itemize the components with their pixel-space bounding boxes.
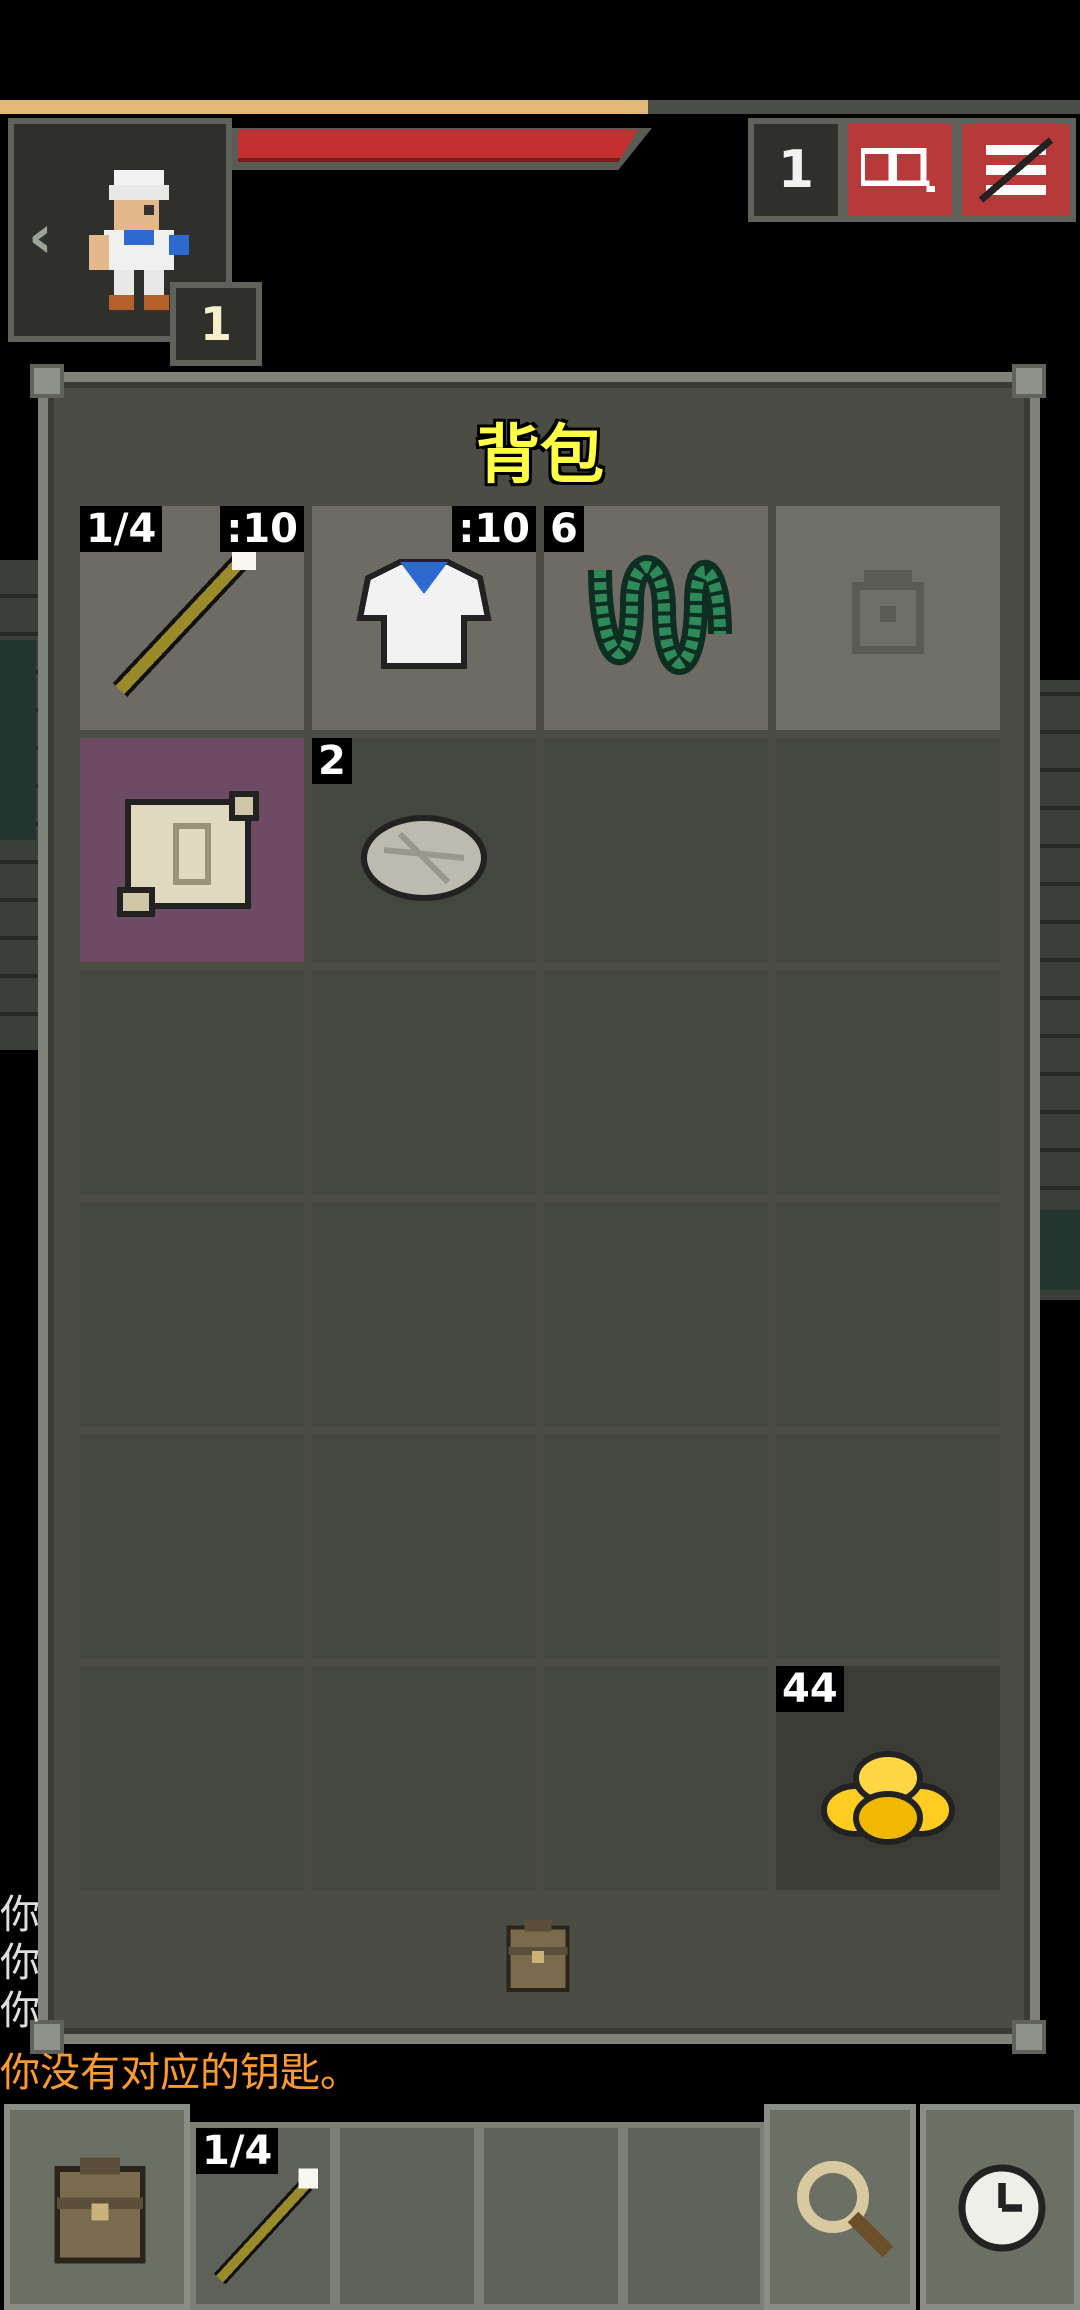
inventory-slot-misc[interactable] <box>776 506 1000 730</box>
empty-misc-slot-icon <box>852 570 924 654</box>
hp-bar-fill <box>238 130 638 162</box>
inventory-slot-empty[interactable] <box>312 970 536 1194</box>
back-arrow-icon: ‹ <box>28 202 53 272</box>
inventory-grid: 1/4 :10 :10 6 2 44 <box>80 506 1000 1890</box>
inventory-slot-food[interactable]: 2 <box>312 738 536 962</box>
inventory-slot-scroll[interactable] <box>80 738 304 962</box>
log-line: 你 <box>0 1940 40 1986</box>
upgrade-badge: :10 <box>220 506 304 552</box>
inventory-slot-empty[interactable] <box>80 1666 304 1890</box>
inventory-slot-empty[interactable] <box>80 1202 304 1426</box>
inventory-slot-empty[interactable] <box>312 1202 536 1426</box>
journal-button[interactable] <box>842 118 958 222</box>
inventory-slot-empty[interactable] <box>544 970 768 1194</box>
inventory-slot-empty[interactable] <box>776 1202 1000 1426</box>
inventory-slot-empty[interactable] <box>776 970 1000 1194</box>
magnifier-icon <box>797 2161 894 2258</box>
inventory-slot-empty[interactable] <box>80 1434 304 1658</box>
charges-badge: 1/4 <box>80 506 163 552</box>
inventory-slot-ring[interactable]: 6 <box>544 506 768 730</box>
menu-button[interactable] <box>956 118 1076 222</box>
inventory-slot-empty[interactable] <box>312 1434 536 1658</box>
backpack-tab-button[interactable] <box>496 1912 580 1998</box>
inventory-slot-empty[interactable] <box>544 738 768 962</box>
backpack-title: 背包 <box>476 419 604 493</box>
backpack-icon <box>506 1919 570 1993</box>
upgrade-badge: :10 <box>452 506 536 552</box>
window-corner <box>1012 2020 1046 2054</box>
quickslot-empty[interactable] <box>622 2122 766 2310</box>
log-line: 你 <box>0 1988 40 2034</box>
wait-button[interactable] <box>920 2104 1080 2310</box>
inventory-slot-empty[interactable] <box>776 738 1000 962</box>
inventory-slot-empty[interactable] <box>312 1666 536 1890</box>
gold-amount-badge: 44 <box>776 1666 844 1712</box>
quantity-badge: 6 <box>544 506 584 552</box>
backpack-icon <box>54 2157 146 2264</box>
window-corner <box>1012 364 1046 398</box>
log-line: 你 <box>0 1892 40 1938</box>
inventory-slot-empty[interactable] <box>80 970 304 1194</box>
search-button[interactable] <box>764 2104 916 2310</box>
depth-indicator[interactable]: 1 <box>748 118 844 222</box>
journal-search-icon <box>861 148 936 192</box>
quickslot-empty[interactable] <box>478 2122 624 2310</box>
xp-bar-fill <box>0 100 648 114</box>
charges-badge: 1/4 <box>196 2128 279 2174</box>
hero-level-badge: 1 <box>170 282 262 366</box>
clock-icon <box>958 2164 1046 2252</box>
inventory-slot-empty[interactable] <box>544 1434 768 1658</box>
quantity-badge: 2 <box>312 738 352 784</box>
inventory-slot-wand[interactable]: 1/4 :10 <box>80 506 304 730</box>
inventory-slot-empty[interactable] <box>544 1666 768 1890</box>
inventory-slot-armor[interactable]: :10 <box>312 506 536 730</box>
scroll-icon <box>117 791 259 917</box>
quickslot-wand[interactable]: 1/4 <box>190 2122 336 2310</box>
inventory-button[interactable] <box>4 2104 190 2310</box>
menu-icon <box>978 137 1054 203</box>
quickslot-empty[interactable] <box>334 2122 480 2310</box>
window-corner <box>30 364 64 398</box>
inventory-slot-empty[interactable] <box>544 1202 768 1426</box>
log-warning-line: 你没有对应的钥匙。 <box>0 2050 360 2096</box>
inventory-slot-empty[interactable] <box>776 1434 1000 1658</box>
inventory-slot-gold[interactable]: 44 <box>776 1666 1000 1890</box>
